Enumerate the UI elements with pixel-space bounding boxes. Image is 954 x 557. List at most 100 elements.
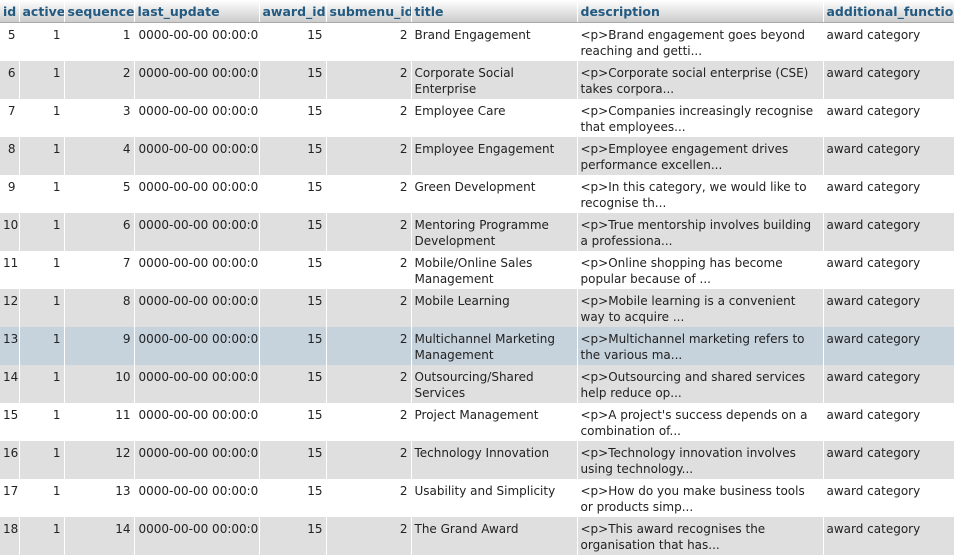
cell-id: 10 <box>0 212 20 251</box>
cell-active: 1 <box>19 174 65 213</box>
cell-active: 1 <box>19 364 65 403</box>
cell-last-update: 0000-00-00 00:00:00 <box>134 22 260 61</box>
cell-last-update: 0000-00-00 00:00:00 <box>134 250 260 289</box>
cell-title: Multichannel Marketing Management <box>411 326 578 365</box>
column-header-award-id[interactable]: award_id <box>259 0 327 23</box>
column-header-submenu-id[interactable]: submenu_id <box>326 0 412 23</box>
cell-title: Mobile Learning <box>411 288 578 327</box>
table-row[interactable]: 11 1 7 0000-00-00 00:00:00 15 2 Mobile/Online … <box>0 250 954 289</box>
cell-submenu-id: 2 <box>326 364 412 403</box>
table-row[interactable]: 13 1 9 0000-00-00 00:00:00 15 2 Multichannel M… <box>0 326 954 365</box>
cell-active: 1 <box>19 478 65 517</box>
cell-description: <p>True mentorship involves building a p… <box>577 212 824 251</box>
cell-id: 8 <box>0 136 20 175</box>
cell-submenu-id: 2 <box>326 440 412 479</box>
cell-description: <p>Multichannel marketing refers to the … <box>577 326 824 365</box>
cell-title: Technology Innovation <box>411 440 578 479</box>
cell-id: 11 <box>0 250 20 289</box>
cell-description: <p>A project's success depends on a comb… <box>577 402 824 441</box>
cell-description: <p>Brand engagement goes beyond reaching… <box>577 22 824 61</box>
cell-id: 16 <box>0 440 20 479</box>
cell-description: <p>Outsourcing and shared services help … <box>577 364 824 403</box>
cell-additional-function: award category <box>823 364 954 403</box>
cell-description: <p>This award recognises the organisatio… <box>577 516 824 555</box>
table-row[interactable]: 14 1 10 0000-00-00 00:00:00 15 2 Outsourcing/S… <box>0 364 954 403</box>
table-row[interactable]: 15 1 11 0000-00-00 00:00:00 15 2 Project Manag… <box>0 402 954 441</box>
cell-sequence: 14 <box>64 516 135 555</box>
cell-description: <p>Corporate social enterprise (CSE) tak… <box>577 60 824 99</box>
cell-last-update: 0000-00-00 00:00:00 <box>134 326 260 365</box>
cell-last-update: 0000-00-00 00:00:00 <box>134 402 260 441</box>
cell-additional-function: award category <box>823 60 954 99</box>
cell-sequence: 8 <box>64 288 135 327</box>
table-row[interactable]: 5 1 1 0000-00-00 00:00:00 15 2 Brand Engagemen… <box>0 22 954 61</box>
cell-description: <p>Technology innovation involves using … <box>577 440 824 479</box>
cell-award-id: 15 <box>259 174 327 213</box>
column-header-active[interactable]: active <box>19 0 65 23</box>
cell-award-id: 15 <box>259 98 327 137</box>
results-table: id active sequence last_update award_id … <box>0 0 954 555</box>
cell-award-id: 15 <box>259 60 327 99</box>
cell-last-update: 0000-00-00 00:00:00 <box>134 288 260 327</box>
cell-title: Brand Engagement <box>411 22 578 61</box>
table-row[interactable]: 18 1 14 0000-00-00 00:00:00 15 2 The Grand Awa… <box>0 516 954 555</box>
cell-award-id: 15 <box>259 136 327 175</box>
table-row[interactable]: 8 1 4 0000-00-00 00:00:00 15 2 Employee Engage… <box>0 136 954 175</box>
cell-sequence: 13 <box>64 478 135 517</box>
cell-id: 7 <box>0 98 20 137</box>
table-row[interactable]: 9 1 5 0000-00-00 00:00:00 15 2 Green Developme… <box>0 174 954 213</box>
cell-active: 1 <box>19 60 65 99</box>
cell-submenu-id: 2 <box>326 402 412 441</box>
table-row[interactable]: 16 1 12 0000-00-00 00:00:00 15 2 Technology In… <box>0 440 954 479</box>
cell-award-id: 15 <box>259 516 327 555</box>
cell-sequence: 10 <box>64 364 135 403</box>
cell-id: 13 <box>0 326 20 365</box>
table-row[interactable]: 7 1 3 0000-00-00 00:00:00 15 2 Employee Care <p… <box>0 98 954 137</box>
cell-additional-function: award category <box>823 22 954 61</box>
cell-active: 1 <box>19 250 65 289</box>
column-header-id[interactable]: id <box>0 0 20 23</box>
cell-title: Employee Care <box>411 98 578 137</box>
cell-award-id: 15 <box>259 250 327 289</box>
cell-submenu-id: 2 <box>326 136 412 175</box>
cell-description: <p>In this category, we would like to re… <box>577 174 824 213</box>
cell-additional-function: award category <box>823 516 954 555</box>
cell-last-update: 0000-00-00 00:00:00 <box>134 440 260 479</box>
cell-id: 15 <box>0 402 20 441</box>
table-row[interactable]: 10 1 6 0000-00-00 00:00:00 15 2 Mentoring Prog… <box>0 212 954 251</box>
table-body: 5 1 1 0000-00-00 00:00:00 15 2 Brand Engagemen… <box>0 22 954 555</box>
cell-title: Green Development <box>411 174 578 213</box>
cell-active: 1 <box>19 136 65 175</box>
table-row[interactable]: 12 1 8 0000-00-00 00:00:00 15 2 Mobile Learnin… <box>0 288 954 327</box>
table-row[interactable]: 17 1 13 0000-00-00 00:00:00 15 2 Usability and… <box>0 478 954 517</box>
cell-last-update: 0000-00-00 00:00:00 <box>134 136 260 175</box>
cell-submenu-id: 2 <box>326 516 412 555</box>
cell-id: 5 <box>0 22 20 61</box>
cell-description: <p>Employee engagement drives performanc… <box>577 136 824 175</box>
column-header-title[interactable]: title <box>411 0 578 23</box>
cell-title: Usability and Simplicity <box>411 478 578 517</box>
cell-description: <p>Mobile learning is a convenient way t… <box>577 288 824 327</box>
table-row[interactable]: 6 1 2 0000-00-00 00:00:00 15 2 Corporate Socia… <box>0 60 954 99</box>
column-header-sequence[interactable]: sequence <box>64 0 135 23</box>
cell-last-update: 0000-00-00 00:00:00 <box>134 212 260 251</box>
cell-id: 14 <box>0 364 20 403</box>
cell-last-update: 0000-00-00 00:00:00 <box>134 60 260 99</box>
cell-title: The Grand Award <box>411 516 578 555</box>
cell-submenu-id: 2 <box>326 22 412 61</box>
cell-additional-function: award category <box>823 440 954 479</box>
cell-last-update: 0000-00-00 00:00:00 <box>134 478 260 517</box>
cell-sequence: 1 <box>64 22 135 61</box>
cell-active: 1 <box>19 326 65 365</box>
cell-additional-function: award category <box>823 288 954 327</box>
column-header-last-update[interactable]: last_update <box>134 0 260 23</box>
cell-submenu-id: 2 <box>326 212 412 251</box>
column-header-description[interactable]: description <box>577 0 824 23</box>
cell-award-id: 15 <box>259 22 327 61</box>
cell-submenu-id: 2 <box>326 478 412 517</box>
table-header: id active sequence last_update award_id … <box>0 0 954 23</box>
cell-additional-function: award category <box>823 402 954 441</box>
cell-sequence: 7 <box>64 250 135 289</box>
column-header-additional-function[interactable]: additional_function <box>823 0 954 23</box>
cell-title: Employee Engagement <box>411 136 578 175</box>
